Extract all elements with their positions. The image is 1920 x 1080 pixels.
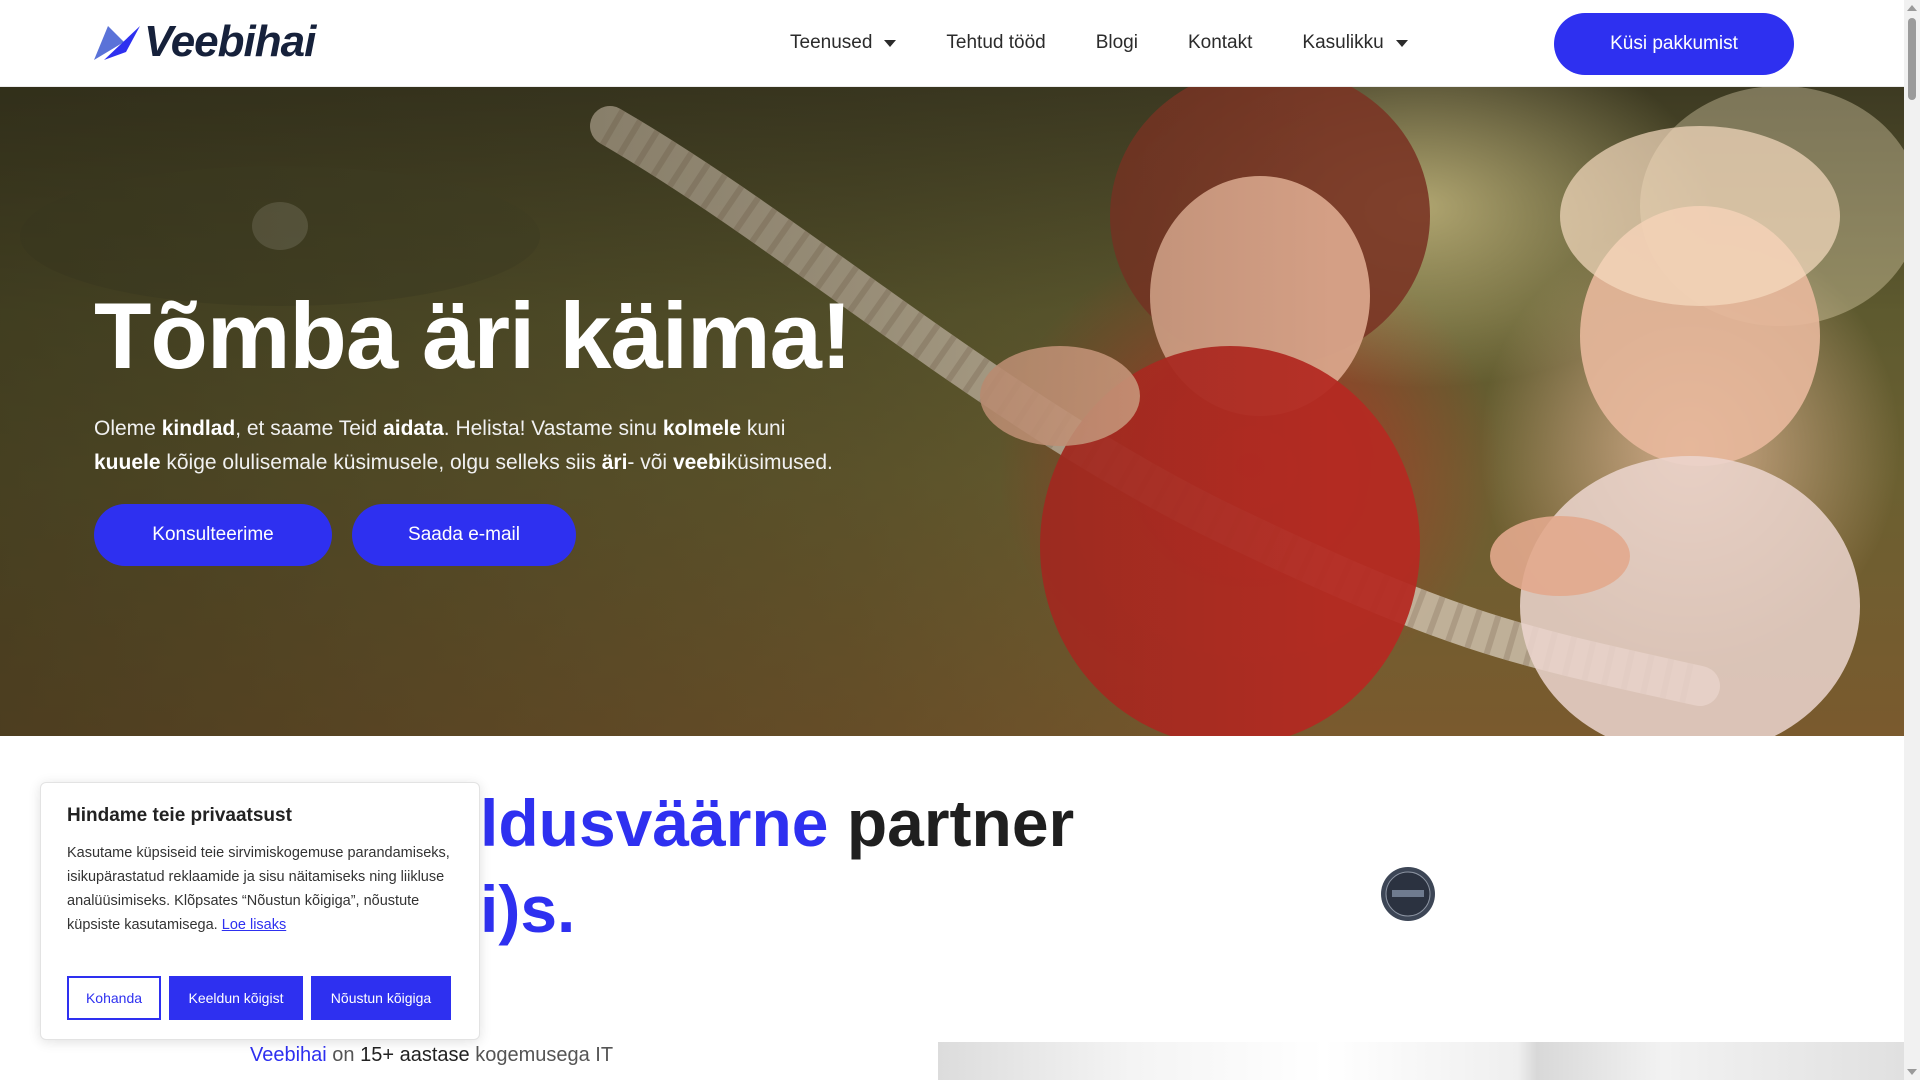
read-more-link[interactable]: Loe lisaks: [222, 917, 286, 933]
scroll-up-icon[interactable]: [1907, 5, 1917, 11]
cookie-buttons: Kohanda Keeldun kõigist Nõustun kõigiga: [67, 976, 459, 1020]
nav-item-kontakt[interactable]: Kontakt: [1188, 32, 1252, 54]
hero-text-bold: veebi: [672, 451, 727, 474]
caret-down-icon: [884, 39, 897, 47]
hero-text-bold: kindlad: [161, 417, 236, 440]
heading-line-1: ldusväärne partner: [480, 780, 1074, 866]
nav-item-tehtud-tood[interactable]: Tehtud tööd: [946, 32, 1045, 54]
heading-blue: ldusväärne: [480, 786, 829, 860]
section-photo: [938, 1042, 1904, 1080]
hero-title: Tõmba äri käima!: [94, 283, 852, 388]
scroll-thumb[interactable]: [1908, 18, 1916, 100]
hero-text-part: , et saame Teid: [235, 417, 384, 440]
hero-text-bold: aidata: [383, 417, 444, 440]
nav-label: Kasulikku: [1302, 32, 1384, 53]
heading-line-2: i)s.: [480, 872, 576, 946]
hero-text-part: Oleme: [94, 417, 162, 440]
intro-mid: on: [326, 1044, 361, 1066]
caret-down-icon: [1395, 39, 1408, 47]
cookie-banner: Hindame teie privaatsust Kasutame küpsis…: [40, 782, 480, 1040]
nav-item-blogi[interactable]: Blogi: [1096, 32, 1138, 54]
hero-text-bold: äri: [601, 451, 628, 474]
nav-item-teenused[interactable]: Teenused: [790, 32, 897, 54]
intro-brand[interactable]: Veebihai: [250, 1044, 327, 1066]
hero-overlay: [0, 86, 1904, 736]
cookie-text: Kasutame küpsiseid teie sirvimiskogemuse…: [67, 841, 453, 937]
hero-text-bold: kuuele: [94, 451, 161, 474]
intro-text: Veebihai on 15+ aastase kogemusega IT: [250, 1044, 613, 1067]
reject-all-button[interactable]: Keeldun kõigist: [169, 976, 303, 1020]
cookie-title: Hindame teie privaatsust: [67, 805, 292, 826]
nav-item-kasulikku[interactable]: Kasulikku: [1302, 32, 1408, 54]
logo-mark-icon: [94, 26, 140, 60]
send-email-button[interactable]: Saada e-mail: [352, 504, 576, 566]
nav-label: Teenused: [790, 32, 873, 53]
request-quote-button[interactable]: Küsi pakkumist: [1554, 13, 1794, 75]
intro-bold: 15+ aastase: [360, 1044, 470, 1066]
nav-label: Blogi: [1095, 32, 1138, 53]
award-badge-icon: [1381, 867, 1435, 921]
accept-all-button[interactable]: Nõustun kõigiga: [311, 976, 451, 1020]
scroll-down-icon[interactable]: [1907, 1069, 1917, 1075]
nav-label: Kontakt: [1187, 32, 1253, 53]
hero-text-part: kuni: [741, 417, 786, 440]
hero-text-part: kõige olulisemale küsimusele, olgu selle…: [160, 451, 602, 474]
consult-button[interactable]: Konsulteerime: [94, 504, 332, 566]
hero-text-part: - või: [627, 451, 673, 474]
hero-section: Tõmba äri käima! Oleme kindlad, et saame…: [0, 86, 1904, 736]
customize-button[interactable]: Kohanda: [67, 976, 161, 1020]
page-scrollbar[interactable]: [1904, 0, 1920, 1080]
hero-text-part: küsimused.: [726, 451, 833, 474]
nav-label: Tehtud tööd: [946, 32, 1046, 53]
heading-rest: partner: [828, 786, 1075, 860]
main-nav: Teenused Tehtud tööd Blogi Kontakt Kasul…: [790, 0, 1458, 86]
hero-text-part: . Helista! Vastame sinu: [443, 417, 663, 440]
intro-end: kogemusega IT: [469, 1044, 614, 1066]
logo-text: Veebihai: [144, 17, 316, 66]
hero-text: Oleme kindlad, et saame Teid aidata. Hel…: [94, 412, 854, 480]
logo[interactable]: Veebihai: [94, 17, 316, 66]
hero-text-bold: kolmele: [662, 417, 742, 440]
site-header: Veebihai Teenused Tehtud tööd Blogi Kont…: [0, 0, 1904, 87]
